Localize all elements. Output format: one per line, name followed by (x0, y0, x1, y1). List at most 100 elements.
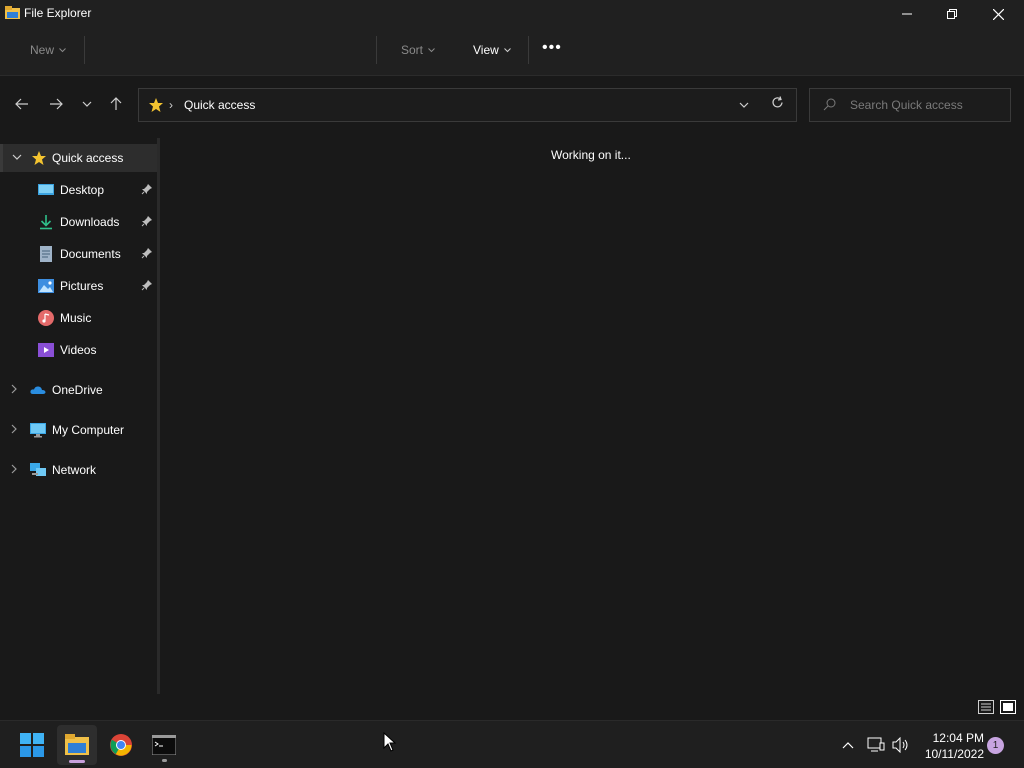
file-explorer-window: File Explorer New Sort View ••• › Quick … (0, 0, 1024, 720)
windows-logo-icon (20, 733, 44, 757)
ethernet-icon (867, 737, 885, 752)
nav-item-label: Downloads (60, 215, 120, 229)
clock-time: 12:04 PM (932, 731, 984, 745)
address-bar[interactable]: › Quick access (138, 88, 797, 122)
nav-item-quick-access[interactable]: Quick access (0, 144, 157, 172)
nav-item-network[interactable]: Network (0, 456, 157, 484)
refresh-icon (772, 96, 783, 108)
start-button[interactable] (12, 725, 52, 765)
nav-item-onedrive[interactable]: OneDrive (0, 376, 157, 404)
nav-item-downloads[interactable]: Downloads (0, 208, 157, 236)
taskbar-file-explorer[interactable] (57, 725, 97, 765)
taskbar-chrome[interactable] (101, 725, 141, 765)
videos-icon (38, 343, 54, 357)
nav-item-pictures[interactable]: Pictures (0, 272, 157, 300)
recent-locations-button[interactable] (76, 92, 98, 116)
nav-item-label: Network (52, 463, 97, 477)
chevron-right-icon[interactable] (9, 424, 19, 434)
nav-item-label: Videos (60, 343, 97, 357)
chevron-right-icon[interactable] (9, 384, 19, 394)
mouse-cursor-icon (383, 732, 397, 752)
search-icon (823, 98, 836, 111)
nav-item-label: Desktop (60, 183, 105, 197)
nav-item-videos[interactable]: Videos (0, 336, 157, 364)
terminal-icon (152, 735, 176, 755)
chevron-down-icon (503, 47, 511, 52)
chevron-down-icon (82, 101, 92, 107)
star-icon (32, 151, 46, 165)
new-button[interactable]: New (30, 43, 66, 57)
forward-button[interactable] (45, 92, 67, 116)
network-icon (30, 463, 46, 476)
active-app-indicator (69, 760, 85, 763)
file-explorer-icon (65, 734, 89, 755)
close-icon (992, 8, 1004, 20)
minimize-icon (902, 13, 912, 15)
pin-icon[interactable] (141, 215, 153, 227)
nav-item-label: Pictures (60, 279, 104, 293)
taskbar-terminal[interactable] (144, 725, 184, 765)
pictures-icon (38, 279, 54, 293)
close-button[interactable] (975, 0, 1021, 28)
document-icon (40, 246, 52, 262)
show-hidden-icons-button[interactable] (838, 735, 858, 755)
desktop-icon (38, 184, 54, 195)
navigation-pane-scrollbar[interactable] (157, 138, 160, 694)
details-view-button[interactable] (978, 699, 994, 715)
nav-item-music[interactable]: Music (0, 304, 157, 332)
chevron-down-icon[interactable] (12, 152, 22, 162)
large-icons-view-button[interactable] (1000, 699, 1016, 715)
minimize-button[interactable] (884, 0, 930, 28)
address-dropdown-button[interactable] (739, 97, 749, 111)
restore-button[interactable] (929, 0, 975, 28)
network-status-button[interactable] (866, 735, 886, 755)
sort-button-label: Sort (401, 43, 424, 57)
command-bar: New Sort View ••• (0, 28, 1024, 76)
search-box[interactable]: Search Quick access (809, 88, 1011, 122)
notification-badge[interactable]: 1 (987, 737, 1004, 754)
sort-button[interactable]: Sort (401, 43, 435, 57)
star-icon (149, 98, 163, 112)
chevron-up-icon (842, 742, 854, 749)
download-icon (40, 215, 52, 230)
divider (84, 36, 85, 64)
chevron-right-icon[interactable] (9, 464, 19, 474)
clock[interactable]: 12:04 PM 10/11/2022 (918, 730, 984, 762)
speaker-icon (892, 737, 908, 753)
breadcrumb-quick-access[interactable]: Quick access (184, 98, 255, 112)
refresh-button[interactable] (771, 96, 784, 112)
nav-item-desktop[interactable]: Desktop (0, 176, 157, 204)
details-view-icon (978, 700, 994, 714)
nav-item-my-computer[interactable]: My Computer (0, 416, 157, 444)
search-input[interactable]: Search Quick access (850, 98, 963, 112)
nav-item-label: OneDrive (52, 383, 103, 397)
up-button[interactable] (105, 92, 127, 116)
nav-item-label: My Computer (52, 423, 125, 437)
view-button[interactable]: View (473, 43, 511, 57)
chevron-down-icon (428, 47, 435, 52)
window-title: File Explorer (24, 6, 92, 20)
title-bar[interactable]: File Explorer (0, 0, 1024, 28)
computer-icon (30, 423, 46, 438)
nav-item-label: Quick access (52, 151, 124, 165)
volume-button[interactable] (891, 735, 911, 755)
pin-icon[interactable] (141, 279, 153, 291)
chevron-down-icon (739, 102, 749, 108)
file-list-area[interactable] (162, 138, 1024, 698)
nav-item-documents[interactable]: Documents (0, 240, 157, 268)
back-button[interactable] (11, 92, 33, 116)
large-icons-view-icon (1000, 700, 1016, 714)
taskbar: 12:04 PM 10/11/2022 1 (0, 720, 1024, 768)
arrow-left-icon (15, 98, 28, 110)
chevron-right-icon[interactable]: › (169, 98, 173, 112)
clock-date: 10/11/2022 (924, 747, 984, 761)
pin-icon[interactable] (141, 183, 153, 195)
more-icon: ••• (542, 39, 562, 56)
arrow-up-icon (110, 97, 122, 110)
pin-icon[interactable] (141, 247, 153, 259)
see-more-button[interactable]: ••• (542, 39, 562, 57)
cloud-icon (30, 386, 46, 394)
arrow-right-icon (50, 98, 63, 110)
restore-icon (947, 9, 957, 19)
music-icon (38, 310, 54, 326)
